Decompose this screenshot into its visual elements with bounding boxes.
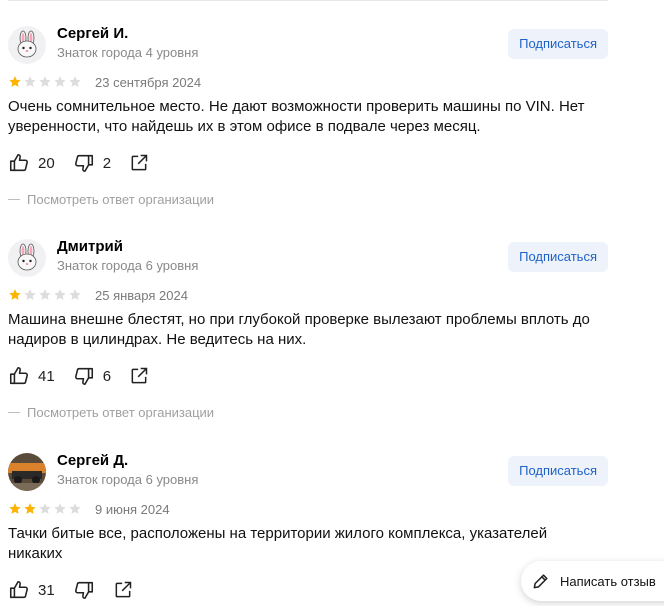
review-card: Сергей Д. Знаток города 6 уровня Подписа… [8, 452, 608, 602]
star-empty-icon [39, 76, 51, 87]
star-empty-icon [39, 503, 51, 514]
star-empty-icon [24, 76, 36, 87]
rating-stars [8, 502, 82, 516]
bunny-avatar-icon [17, 243, 37, 271]
author-level: Знаток города 6 уровня [57, 258, 199, 273]
org-reply-link[interactable]: Посмотреть ответ организации [8, 192, 608, 207]
share-button[interactable] [113, 580, 133, 600]
like-button[interactable]: 20 [8, 152, 55, 174]
thumbs-down-icon [74, 581, 93, 600]
dislike-count: 6 [102, 367, 112, 385]
dislike-button[interactable]: 2 [73, 152, 111, 174]
star-empty-icon [54, 289, 66, 300]
like-button[interactable]: 31 [8, 579, 55, 601]
bunny-avatar-icon [17, 30, 37, 58]
thumbs-down-icon [74, 367, 93, 386]
avatar[interactable] [8, 26, 46, 64]
avatar[interactable] [8, 239, 46, 277]
author-name[interactable]: Сергей И. [57, 25, 128, 43]
dislike-count: 2 [102, 154, 112, 172]
write-review-button[interactable]: Написать отзыв [521, 561, 664, 601]
org-reply-label: Посмотреть ответ организации [27, 405, 215, 420]
star-empty-icon [69, 503, 81, 514]
like-count: 41 [38, 367, 55, 385]
share-icon [115, 581, 131, 598]
subscribe-button[interactable]: Подписаться [508, 29, 608, 59]
dislike-button[interactable]: 6 [73, 365, 111, 387]
subscribe-button[interactable]: Подписаться [508, 242, 608, 272]
star-empty-icon [69, 289, 81, 300]
pencil-icon [533, 574, 548, 589]
rating-stars [8, 75, 82, 89]
review-card: Дмитрий Знаток города 6 уровня Подписать… [8, 238, 608, 420]
photo-avatar [8, 453, 46, 491]
star-filled-icon [9, 76, 21, 87]
subscribe-button[interactable]: Подписаться [508, 456, 608, 486]
review-card: Сергей И. Знаток города 4 уровня Подписа… [8, 25, 608, 207]
author-name[interactable]: Сергей Д. [57, 452, 128, 470]
star-filled-icon [9, 503, 21, 514]
divider [8, 199, 20, 200]
star-filled-icon [24, 503, 36, 514]
divider [8, 0, 608, 1]
review-date: 23 сентября 2024 [95, 74, 202, 90]
author-name[interactable]: Дмитрий [57, 238, 123, 256]
thumbs-up-icon [9, 153, 28, 172]
dislike-button[interactable] [73, 579, 95, 601]
thumbs-up-icon [9, 366, 28, 385]
star-empty-icon [24, 289, 36, 300]
review-text: Очень сомнительное место. Не дают возмож… [8, 98, 585, 135]
thumbs-up-icon [9, 580, 28, 599]
review-date: 25 января 2024 [95, 287, 188, 303]
share-button[interactable] [129, 366, 149, 386]
thumbs-down-icon [74, 154, 93, 173]
author-level: Знаток города 4 уровня [57, 45, 199, 60]
share-button[interactable] [129, 153, 149, 173]
review-date: 9 июня 2024 [95, 501, 170, 517]
divider [8, 412, 20, 413]
star-empty-icon [69, 76, 81, 87]
share-icon [131, 367, 148, 384]
star-empty-icon [54, 503, 66, 514]
write-review-label: Написать отзыв [560, 573, 656, 589]
rating-stars [8, 288, 82, 302]
star-filled-icon [9, 289, 21, 300]
org-reply-link[interactable]: Посмотреть ответ организации [8, 405, 608, 420]
share-icon [131, 154, 148, 171]
review-text: Машина внешне блестят, но при глубокой п… [8, 311, 590, 348]
org-reply-label: Посмотреть ответ организации [27, 192, 215, 207]
review-text: Тачки битые все, расположены на территор… [8, 525, 548, 562]
like-count: 31 [38, 581, 55, 599]
like-button[interactable]: 41 [8, 365, 55, 387]
star-empty-icon [54, 76, 66, 87]
like-count: 20 [38, 154, 55, 172]
star-empty-icon [39, 289, 51, 300]
avatar[interactable] [8, 453, 46, 491]
author-level: Знаток города 6 уровня [57, 472, 199, 487]
